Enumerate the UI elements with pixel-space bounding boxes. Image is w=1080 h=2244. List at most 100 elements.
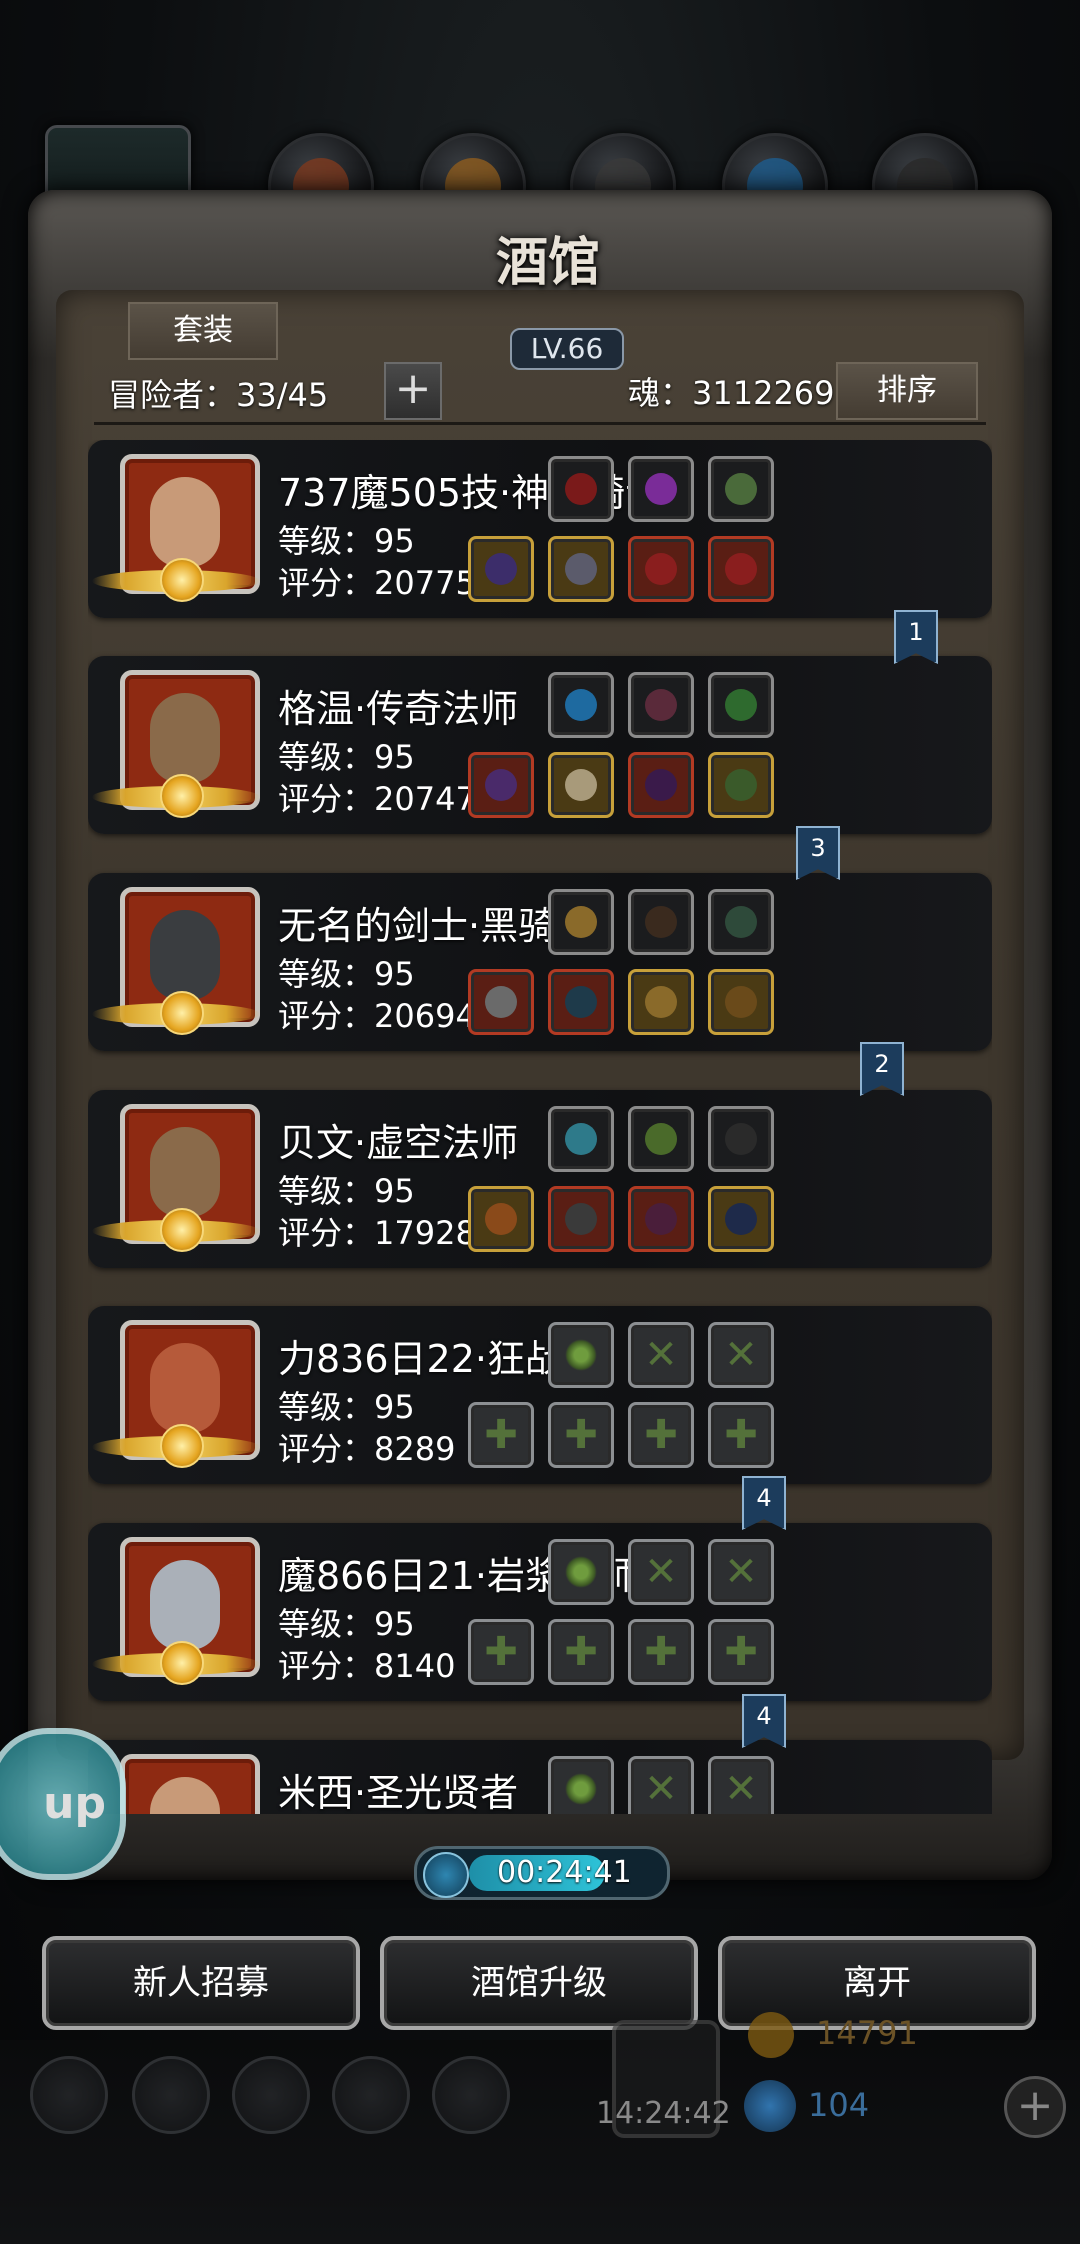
equipment-icon <box>565 906 597 938</box>
empty-slot-icon <box>565 1773 597 1805</box>
equipment-slot[interactable] <box>628 1106 694 1172</box>
equipment-slot[interactable] <box>708 1186 774 1252</box>
settings-icon[interactable] <box>30 2056 108 2134</box>
equipment-icon <box>485 1203 517 1235</box>
hero-card[interactable]: 无名的剑士·黑骑士 等级：95 评分：20694 <box>88 873 992 1051</box>
hero-card[interactable]: 米西·圣光贤者等级：95评分：7901✕✕ <box>88 1740 992 1814</box>
hero-face <box>150 910 220 1000</box>
equipment-slot[interactable] <box>708 1106 774 1172</box>
hero-card[interactable]: 格温·传奇法师 等级：95 评分：20747 <box>88 656 992 834</box>
equipment-icon <box>645 1123 677 1155</box>
equipment-slot[interactable] <box>628 536 694 602</box>
divider <box>94 422 986 425</box>
equipment-slot[interactable] <box>708 969 774 1035</box>
equipment-slot[interactable] <box>468 536 534 602</box>
empty-equipment-slot[interactable] <box>548 1756 614 1814</box>
rank-medal-icon <box>160 558 204 602</box>
empty-equipment-slot[interactable]: ✕ <box>708 1539 774 1605</box>
equipment-slot[interactable] <box>628 1186 694 1252</box>
hero-list[interactable]: 737魔505技·神官骑士 等级：95 评分：20775 格温·传奇法师等级：95 评分… <box>88 440 992 1814</box>
hero-card[interactable]: 力836日22·狂战神 等级：95 评分：8289 ✕ ✕ ✚ ✚ ✚ ✚ <box>88 1306 992 1484</box>
equipment-slot[interactable] <box>628 456 694 522</box>
equipment-slot[interactable] <box>708 536 774 602</box>
equipment-slot[interactable] <box>468 969 534 1035</box>
shield-icon[interactable] <box>232 2056 310 2134</box>
sort-button[interactable]: 排序 <box>836 362 978 420</box>
equipment-icon <box>645 906 677 938</box>
empty-slot-icon: ✚ <box>564 1629 598 1675</box>
add-currency-button[interactable]: + <box>1004 2076 1066 2138</box>
equipment-icon <box>725 689 757 721</box>
equipment-icon <box>565 1123 597 1155</box>
empty-equipment-slot[interactable]: ✚ <box>708 1619 774 1685</box>
equipment-slot[interactable] <box>468 1186 534 1252</box>
equipment-icon <box>565 1203 597 1235</box>
equipment-slot[interactable] <box>548 1106 614 1172</box>
rank-medal-icon <box>160 1208 204 1252</box>
star-icon[interactable] <box>132 2056 210 2134</box>
equipment-slot[interactable] <box>548 752 614 818</box>
hero-face <box>150 693 220 783</box>
empty-slot-icon: ✕ <box>724 1332 758 1378</box>
equipment-slot[interactable] <box>628 752 694 818</box>
equipment-slot[interactable] <box>628 889 694 955</box>
gem-icon <box>744 2080 796 2132</box>
suit-button[interactable]: 套装 <box>128 302 278 360</box>
rank-medal-icon <box>160 774 204 818</box>
empty-equipment-slot[interactable]: ✚ <box>468 1402 534 1468</box>
equipment-slot[interactable] <box>548 456 614 522</box>
hammer-icon[interactable] <box>432 2056 510 2134</box>
rank-flag: 3 <box>796 826 840 880</box>
empty-equipment-slot[interactable]: ✚ <box>548 1619 614 1685</box>
equipment-slot[interactable] <box>548 969 614 1035</box>
empty-equipment-slot[interactable]: ✕ <box>628 1756 694 1814</box>
title-plate: 酒馆 LV.66 <box>428 220 668 370</box>
empty-equipment-slot[interactable]: ✚ <box>468 1619 534 1685</box>
equipment-icon <box>645 473 677 505</box>
hero-level: 等级：95 <box>278 1388 415 1426</box>
hero-face <box>150 477 220 567</box>
rank-medal-icon <box>160 991 204 1035</box>
equipment-slot[interactable] <box>548 1186 614 1252</box>
equipment-slot[interactable] <box>468 752 534 818</box>
empty-equipment-slot[interactable]: ✕ <box>708 1756 774 1814</box>
mail-icon[interactable] <box>332 2056 410 2134</box>
equipment-slot[interactable] <box>708 456 774 522</box>
equipment-icon <box>725 769 757 801</box>
equipment-slot[interactable] <box>708 752 774 818</box>
refresh-timer: 00:24:41 <box>414 1846 670 1900</box>
empty-equipment-slot[interactable]: ✚ <box>628 1402 694 1468</box>
equipment-slot[interactable] <box>708 889 774 955</box>
add-slot-button[interactable]: + <box>384 362 442 420</box>
recruit-button[interactable]: 新人招募 <box>42 1936 360 2030</box>
empty-equipment-slot[interactable]: ✕ <box>708 1322 774 1388</box>
equipment-icon <box>725 1123 757 1155</box>
empty-equipment-slot[interactable]: ✚ <box>548 1402 614 1468</box>
empty-equipment-slot[interactable] <box>548 1322 614 1388</box>
hero-level: 等级：95 <box>278 738 415 776</box>
upgrade-tavern-button[interactable]: 酒馆升级 <box>380 1936 698 2030</box>
equipment-slot[interactable] <box>628 969 694 1035</box>
empty-equipment-slot[interactable]: ✕ <box>628 1539 694 1605</box>
hero-portrait[interactable] <box>120 1754 260 1814</box>
hero-name: 格温·传奇法师 <box>278 687 519 731</box>
equipment-icon <box>485 986 517 1018</box>
hero-card[interactable]: 737魔505技·神官骑士 等级：95 评分：20775 <box>88 440 992 618</box>
equipment-slot[interactable] <box>628 672 694 738</box>
clock-icon <box>423 1852 469 1898</box>
hero-name: 米西·圣光贤者 <box>278 1771 519 1814</box>
level-up-badge[interactable]: up <box>0 1728 126 1880</box>
equipment-icon <box>485 769 517 801</box>
hero-score: 评分：8140 <box>278 1647 456 1685</box>
page-title: 酒馆 <box>495 232 600 293</box>
hero-card[interactable]: 魔866日21·岩浆法师 等级：95 评分：8140 ✕ ✕ ✚ ✚ ✚ ✚ <box>88 1523 992 1701</box>
equipment-slot[interactable] <box>548 536 614 602</box>
empty-equipment-slot[interactable]: ✚ <box>628 1619 694 1685</box>
empty-equipment-slot[interactable] <box>548 1539 614 1605</box>
hero-card[interactable]: 贝文·虚空法师 等级：95 评分：17928 <box>88 1090 992 1268</box>
equipment-slot[interactable] <box>548 672 614 738</box>
empty-equipment-slot[interactable]: ✚ <box>708 1402 774 1468</box>
equipment-slot[interactable] <box>708 672 774 738</box>
empty-equipment-slot[interactable]: ✕ <box>628 1322 694 1388</box>
equipment-slot[interactable] <box>548 889 614 955</box>
